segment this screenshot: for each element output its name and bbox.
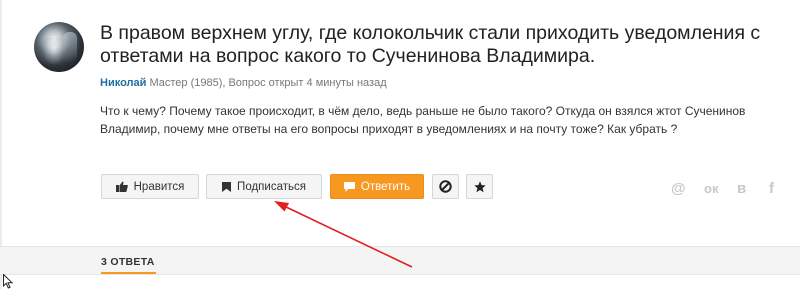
mouse-cursor-icon — [3, 274, 13, 289]
tab-answers-underline — [101, 272, 156, 274]
author-link[interactable]: Николай — [100, 77, 146, 89]
avatar[interactable] — [34, 22, 84, 72]
like-button[interactable]: Нравится — [101, 174, 199, 199]
author-meta-text: Мастер (1985), Вопрос открыт 4 минуты на… — [149, 77, 387, 89]
answer-label: Ответить — [360, 180, 411, 193]
block-button[interactable] — [432, 174, 459, 199]
bookmark-icon — [222, 181, 232, 192]
favorite-button[interactable] — [466, 174, 493, 199]
star-icon — [473, 180, 486, 193]
share-mail-icon[interactable]: @ — [671, 180, 686, 197]
question-body: Что к чему? Почему такое происходит, в ч… — [100, 104, 746, 136]
tab-answers[interactable]: 3 ОТВЕТА — [101, 256, 155, 268]
answer-button[interactable]: Ответить — [330, 174, 424, 199]
block-icon — [439, 180, 452, 193]
subscribe-label: Подписаться — [237, 180, 306, 193]
thumbs-up-icon — [115, 181, 128, 192]
share-vk-icon[interactable]: в — [737, 180, 746, 197]
question-title: В правом верхнем углу, где колокольчик с… — [100, 22, 761, 67]
comment-icon — [343, 181, 355, 192]
share-facebook-icon[interactable]: f — [769, 180, 774, 197]
subscribe-button[interactable]: Подписаться — [206, 174, 322, 199]
share-odnoklassniki-icon[interactable]: ок — [704, 181, 718, 196]
question-meta: Николай Мастер (1985), Вопрос открыт 4 м… — [100, 77, 387, 89]
like-label: Нравится — [133, 180, 185, 193]
